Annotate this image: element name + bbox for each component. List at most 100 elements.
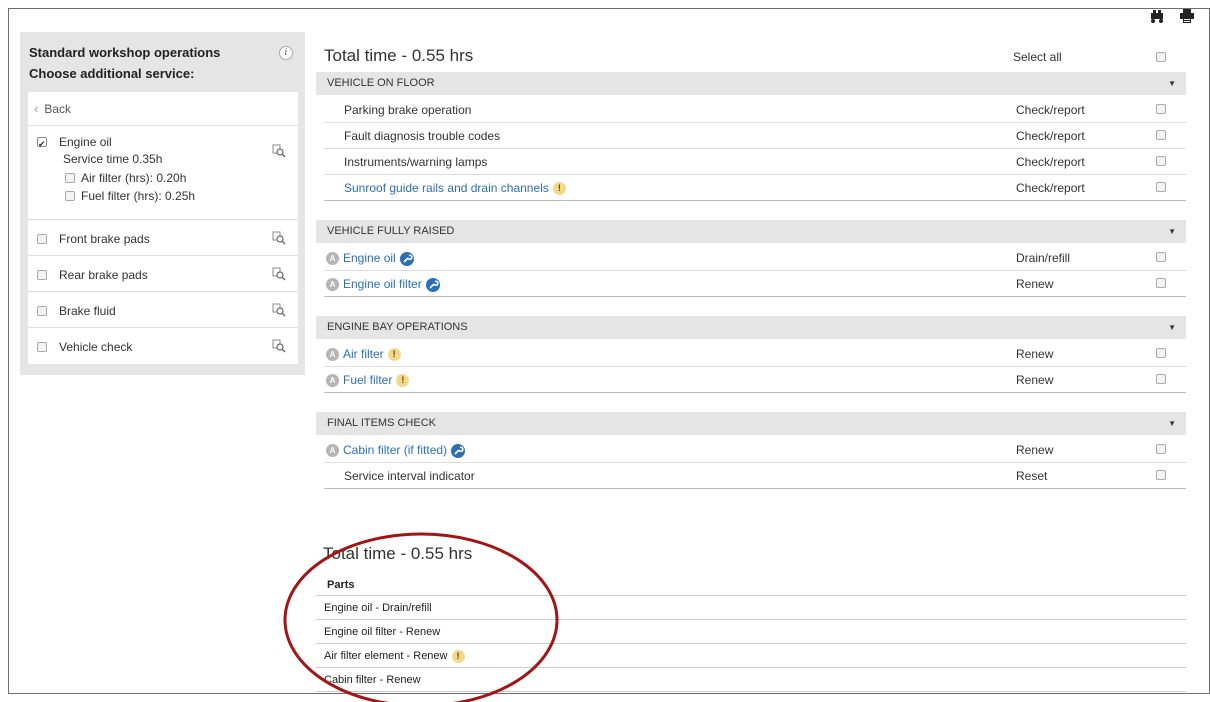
- operation-name: A Engine oil: [326, 245, 414, 271]
- operation-name: Sunroof guide rails and drain channels!: [344, 175, 566, 201]
- print-icon[interactable]: [1179, 9, 1195, 23]
- info-icon[interactable]: i: [279, 46, 293, 60]
- operation-row: A Cabin filter (if fitted) Renew: [324, 437, 1186, 463]
- operation-row: Parking brake operation Check/report: [324, 97, 1186, 123]
- operation-checkbox[interactable]: [1156, 348, 1166, 358]
- air-filter-checkbox[interactable]: [65, 172, 75, 183]
- warning-icon[interactable]: !: [396, 374, 410, 388]
- section-title: FINAL ITEMS CHECK: [327, 417, 436, 429]
- operation-checkbox[interactable]: [1156, 182, 1166, 192]
- front-brake-pads-label: Front brake pads: [59, 231, 150, 246]
- operation-name: Instruments/warning lamps: [344, 155, 488, 169]
- operation-type: Renew: [1016, 277, 1054, 291]
- operation-row: Service interval indicator Reset: [324, 463, 1186, 489]
- warning-icon[interactable]: !: [552, 182, 566, 196]
- zoom-search-icon[interactable]: [272, 231, 286, 245]
- caret-down-icon[interactable]: ▼: [1168, 72, 1176, 95]
- service-item-engine-oil: Engine oil Service time 0.35h Air filter…: [28, 126, 298, 220]
- back-button[interactable]: ‹ Back: [28, 92, 298, 126]
- zoom-search-icon[interactable]: [272, 339, 286, 353]
- operation-checkbox[interactable]: [1156, 470, 1166, 480]
- air-filter-link[interactable]: Air filter: [343, 347, 384, 361]
- select-all-checkbox[interactable]: [1156, 52, 1166, 62]
- caret-down-icon[interactable]: ▼: [1168, 412, 1176, 435]
- rear-brake-pads-checkbox[interactable]: [37, 269, 47, 280]
- operation-checkbox[interactable]: [1156, 278, 1166, 288]
- a-badge-icon: A: [326, 252, 339, 266]
- engine-oil-checkbox[interactable]: [37, 135, 47, 153]
- section-title: VEHICLE FULLY RAISED: [327, 225, 455, 237]
- operations-panel: Total time - 0.55 hrs Select all VEHICLE…: [316, 44, 1186, 489]
- service-list: ‹ Back Engine oil Service time 0.35h Air …: [28, 92, 298, 364]
- operation-row: A Air filter! Renew: [324, 341, 1186, 367]
- operation-checkbox[interactable]: [1156, 156, 1166, 166]
- operation-type: Check/report: [1016, 155, 1085, 169]
- operation-name: A Air filter!: [326, 341, 401, 367]
- zoom-search-icon[interactable]: [272, 144, 286, 158]
- engine-oil-filter-link[interactable]: Engine oil filter: [343, 277, 422, 291]
- fuel-filter-checkbox[interactable]: [65, 190, 75, 201]
- vehicle-check-label: Vehicle check: [59, 339, 133, 354]
- operation-type: Drain/refill: [1016, 251, 1071, 265]
- zoom-search-icon[interactable]: [272, 267, 286, 281]
- operation-checkbox[interactable]: [1156, 252, 1166, 262]
- operation-name: Fault diagnosis trouble codes: [344, 129, 501, 143]
- operation-name: Parking brake operation: [344, 103, 472, 117]
- warning-icon[interactable]: !: [387, 348, 401, 362]
- operation-type: Renew: [1016, 443, 1054, 457]
- sub-item-fuel-filter: Fuel filter (hrs): 0.25h: [37, 186, 298, 204]
- section-final-items-check[interactable]: FINAL ITEMS CHECK ▼: [316, 412, 1186, 435]
- operation-row: Instruments/warning lamps Check/report: [324, 149, 1186, 175]
- engine-oil-label: Engine oil: [59, 134, 112, 149]
- operation-type: Check/report: [1016, 103, 1085, 117]
- air-filter-label: Air filter (hrs): 0.20h: [81, 170, 187, 185]
- service-item-rear-brake-pads: Rear brake pads: [28, 256, 298, 292]
- brake-fluid-checkbox[interactable]: [37, 305, 47, 316]
- wrench-icon[interactable]: [425, 277, 440, 292]
- section-title: ENGINE BAY OPERATIONS: [327, 321, 468, 333]
- additional-service-panel: Standard workshop operations Choose addi…: [20, 32, 305, 375]
- operation-checkbox[interactable]: [1156, 130, 1166, 140]
- chevron-left-icon: ‹: [34, 101, 39, 116]
- operation-checkbox[interactable]: [1156, 444, 1166, 454]
- top-toolbar: [1149, 9, 1195, 25]
- operation-type: Renew: [1016, 373, 1054, 387]
- operation-name: A Engine oil filter: [326, 271, 440, 297]
- select-all-label: Select all: [1013, 50, 1062, 64]
- front-brake-pads-checkbox[interactable]: [37, 233, 47, 244]
- section-vehicle-on-floor[interactable]: VEHICLE ON FLOOR ▼: [316, 72, 1186, 95]
- fuel-filter-link[interactable]: Fuel filter: [343, 373, 392, 387]
- operation-type: Renew: [1016, 347, 1054, 361]
- cabin-filter-link[interactable]: Cabin filter (if fitted): [343, 443, 447, 457]
- vehicle-icon[interactable]: [1149, 9, 1165, 23]
- sub-item-air-filter: Air filter (hrs): 0.20h: [37, 168, 298, 186]
- service-item-brake-fluid: Brake fluid: [28, 292, 298, 328]
- zoom-search-icon[interactable]: [272, 303, 286, 317]
- operation-row: A Engine oil filter Renew: [324, 271, 1186, 297]
- operation-row: Fault diagnosis trouble codes Check/repo…: [324, 123, 1186, 149]
- sunroof-link[interactable]: Sunroof guide rails and drain channels: [344, 181, 549, 195]
- operation-row: A Fuel filter! Renew: [324, 367, 1186, 393]
- service-time: Service time 0.35h: [63, 152, 163, 166]
- a-badge-icon: A: [326, 444, 339, 458]
- caret-down-icon[interactable]: ▼: [1168, 220, 1176, 243]
- a-badge-icon: A: [326, 374, 339, 388]
- operation-checkbox[interactable]: [1156, 104, 1166, 114]
- operation-type: Reset: [1016, 469, 1048, 483]
- panel-header: Standard workshop operations Choose addi…: [20, 32, 305, 91]
- operation-row: Sunroof guide rails and drain channels! …: [324, 175, 1186, 201]
- annotation-circle: [283, 532, 559, 702]
- section-engine-bay-operations[interactable]: ENGINE BAY OPERATIONS ▼: [316, 316, 1186, 339]
- vehicle-check-checkbox[interactable]: [37, 341, 47, 352]
- a-badge-icon: A: [326, 348, 339, 362]
- section-vehicle-fully-raised[interactable]: VEHICLE FULLY RAISED ▼: [316, 220, 1186, 243]
- caret-down-icon[interactable]: ▼: [1168, 316, 1176, 339]
- service-item-front-brake-pads: Front brake pads: [28, 220, 298, 256]
- operation-checkbox[interactable]: [1156, 374, 1166, 384]
- fuel-filter-label: Fuel filter (hrs): 0.25h: [81, 188, 196, 203]
- operation-name: Service interval indicator: [344, 469, 475, 483]
- engine-oil-link[interactable]: Engine oil: [343, 251, 396, 265]
- wrench-icon[interactable]: [451, 443, 466, 458]
- operation-type: Check/report: [1016, 129, 1085, 143]
- wrench-icon[interactable]: [399, 251, 414, 266]
